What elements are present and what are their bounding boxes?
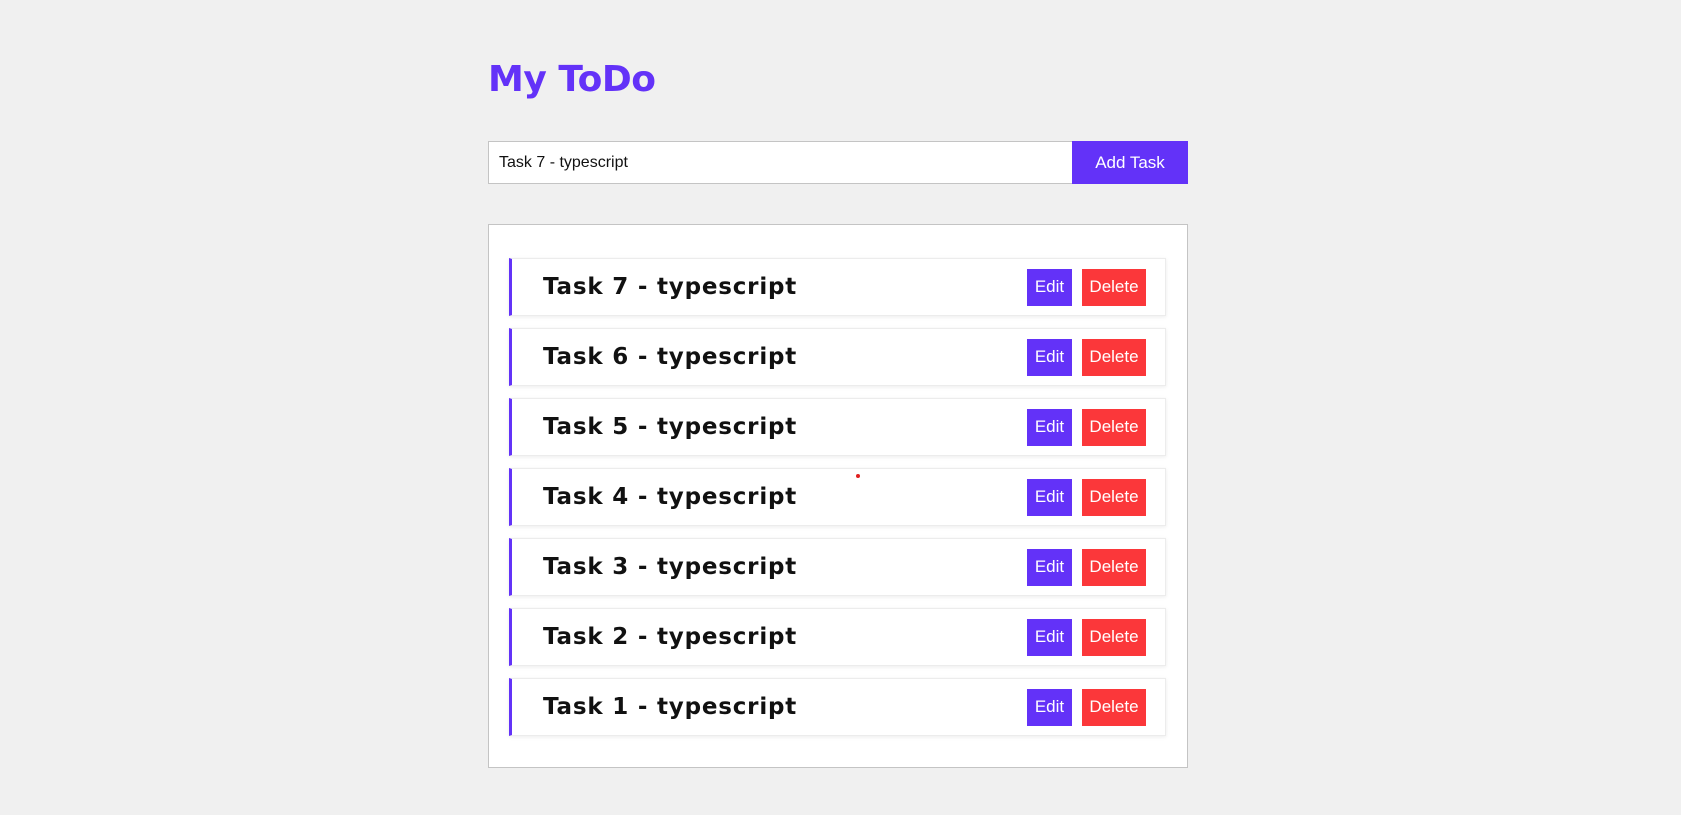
delete-button[interactable]: Delete — [1082, 338, 1146, 376]
edit-button[interactable]: Edit — [1027, 548, 1072, 586]
task-text: Task 5 - typescript — [543, 414, 798, 440]
task-text: Task 7 - typescript — [543, 274, 798, 300]
delete-button[interactable]: Delete — [1082, 408, 1146, 446]
task-list: Task 7 - typescript Edit Delete Task 6 -… — [488, 224, 1188, 768]
task-text: Task 4 - typescript — [543, 484, 798, 510]
task-item: Task 6 - typescript Edit Delete — [509, 328, 1166, 386]
edit-button[interactable]: Edit — [1027, 408, 1072, 446]
task-item: Task 3 - typescript Edit Delete — [509, 538, 1166, 596]
task-text: Task 1 - typescript — [543, 694, 798, 720]
page-title: My ToDo — [488, 59, 656, 100]
edit-button[interactable]: Edit — [1027, 268, 1072, 306]
delete-button[interactable]: Delete — [1082, 618, 1146, 656]
task-item: Task 5 - typescript Edit Delete — [509, 398, 1166, 456]
task-text: Task 6 - typescript — [543, 344, 798, 370]
add-task-form: Add Task — [488, 141, 1188, 184]
task-item: Task 2 - typescript Edit Delete — [509, 608, 1166, 666]
task-text: Task 2 - typescript — [543, 624, 798, 650]
edit-button[interactable]: Edit — [1027, 618, 1072, 656]
edit-button[interactable]: Edit — [1027, 478, 1072, 516]
task-text: Task 3 - typescript — [543, 554, 798, 580]
add-task-button[interactable]: Add Task — [1072, 141, 1188, 184]
task-item: Task 4 - typescript Edit Delete — [509, 468, 1166, 526]
mouse-cursor-indicator — [856, 474, 860, 478]
edit-button[interactable]: Edit — [1027, 338, 1072, 376]
delete-button[interactable]: Delete — [1082, 268, 1146, 306]
delete-button[interactable]: Delete — [1082, 548, 1146, 586]
task-item: Task 1 - typescript Edit Delete — [509, 678, 1166, 736]
edit-button[interactable]: Edit — [1027, 688, 1072, 726]
delete-button[interactable]: Delete — [1082, 688, 1146, 726]
delete-button[interactable]: Delete — [1082, 478, 1146, 516]
task-item: Task 7 - typescript Edit Delete — [509, 258, 1166, 316]
task-input[interactable] — [488, 141, 1072, 184]
